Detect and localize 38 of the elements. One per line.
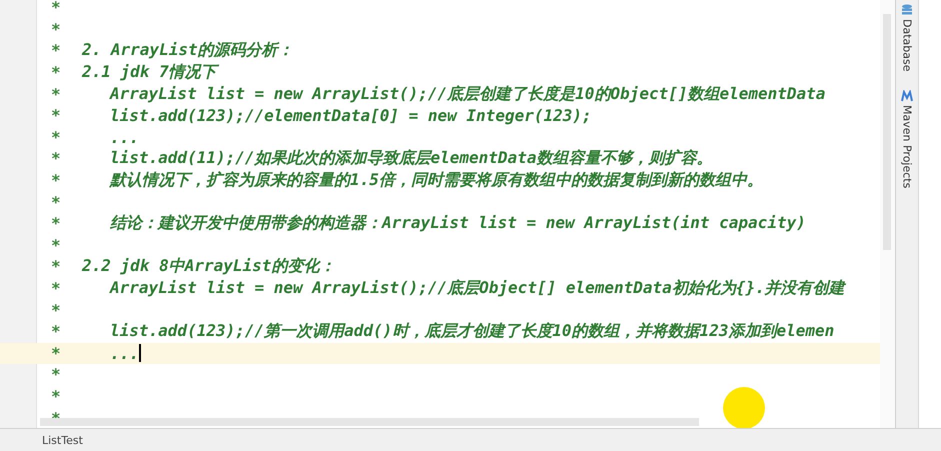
code-comment-line: ArrayList list = new ArrayList();//底层创建了长度是10的Object[]数组elementData bbox=[110, 84, 826, 105]
horizontal-scrollbar[interactable] bbox=[40, 418, 699, 426]
code-comment-line: list.add(123);//elementData[0] = new Integer(123); bbox=[110, 106, 592, 126]
comment-heading: 2.1 jdk 7情况下 bbox=[82, 62, 217, 84]
code-comment-line: 默认情况下，扩容为原来的容量的1.5倍，同时需要将原有数组中的数据复制到新的数组中。 bbox=[110, 170, 763, 192]
comment-heading: 2.2 jdk 8中ArrayList的变化： bbox=[82, 256, 336, 278]
comment-marker: * bbox=[51, 0, 61, 18]
comment-marker: * bbox=[51, 279, 61, 298]
comment-marker: * bbox=[51, 20, 61, 39]
comment-marker: * bbox=[51, 300, 61, 320]
comment-heading: 2. ArrayList的源码分析： bbox=[82, 40, 294, 62]
code-comment-line: ... bbox=[110, 128, 139, 147]
file-tab[interactable]: ListTest bbox=[42, 434, 83, 446]
maven-icon bbox=[900, 90, 914, 102]
comment-marker: * bbox=[51, 171, 61, 190]
comment-marker: * bbox=[51, 236, 61, 255]
tool-window-button[interactable]: Database bbox=[900, 2, 914, 74]
comment-marker: * bbox=[51, 63, 61, 82]
comment-marker: * bbox=[51, 322, 61, 342]
code-comment-line: ... bbox=[110, 344, 139, 363]
comment-marker: * bbox=[51, 128, 61, 147]
comment-marker: * bbox=[51, 257, 61, 276]
comment-marker: * bbox=[51, 214, 61, 234]
code-comment-line: list.add(123);//第一次调用add()时，底层才创建了长度10的数组，并将数据123添加到elemen bbox=[110, 321, 834, 342]
database-icon bbox=[901, 4, 913, 16]
code-comment-line: 结论：建议开发中使用带参的构造器：ArrayList list = new ArrayList(int capacity) bbox=[110, 213, 806, 234]
comment-marker: * bbox=[51, 192, 61, 212]
comment-marker: * bbox=[51, 149, 61, 168]
comment-marker: * bbox=[51, 344, 61, 363]
comment-marker: * bbox=[51, 84, 61, 104]
code-comment-line: list.add(11);//如果此次的添加导致底层elementData数组容量不够，则扩容。 bbox=[110, 148, 712, 170]
comment-marker: * bbox=[51, 106, 61, 126]
comment-marker: * bbox=[51, 365, 61, 384]
code-comment-line: ArrayList list = new ArrayList();//底层Object[] elementData初始化为{}.并没有创建 bbox=[110, 278, 845, 300]
comment-marker: * bbox=[51, 41, 61, 60]
text-caret bbox=[138, 344, 141, 362]
tool-window-button[interactable]: Maven Projects bbox=[900, 88, 914, 190]
comment-marker: * bbox=[51, 386, 61, 406]
